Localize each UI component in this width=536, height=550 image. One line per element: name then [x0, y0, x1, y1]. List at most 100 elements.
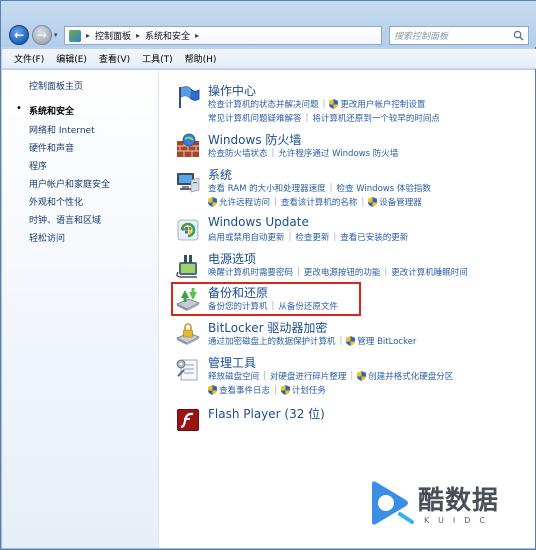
uac-shield-icon	[280, 385, 290, 395]
menu-tools[interactable]: 工具(T)	[136, 50, 179, 67]
history-dropdown-icon[interactable]: ▾	[54, 31, 58, 39]
sidebar: 控制面板主页 • 系统和安全 网络和 Internet 硬件和声音 程序 用户帐…	[2, 70, 159, 548]
flag-icon	[179, 86, 200, 108]
view-ram-link[interactable]: 查看 RAM 的大小和处理器速度	[208, 182, 326, 194]
link-separator: |	[297, 267, 300, 277]
computer-icon	[177, 173, 200, 193]
link-separator: |	[274, 197, 277, 207]
admin-tools-title[interactable]: 管理工具	[208, 354, 256, 371]
sidebar-item-user-accounts[interactable]: 用户帐户和家庭安全	[29, 177, 110, 190]
check-status-link[interactable]: 检查计算机的状态并解决问题	[208, 98, 319, 110]
link-separator: |	[361, 197, 365, 207]
forward-button[interactable]: →	[32, 25, 52, 45]
create-partition-link[interactable]: 创建并格式化硬盘分区	[368, 370, 453, 382]
sidebar-home-link[interactable]: 控制面板主页	[29, 79, 83, 92]
menu-edit[interactable]: 编辑(E)	[50, 50, 93, 67]
watermark-text: 酷数据	[418, 486, 500, 516]
search-input[interactable]: 搜索控制面板	[389, 26, 529, 45]
link-separator: |	[322, 99, 326, 109]
windows-update-title[interactable]: Windows Update	[208, 215, 309, 229]
bitlocker-icon	[176, 323, 200, 345]
computer-name-link[interactable]: 查看该计算机的名称	[281, 196, 358, 208]
sidebar-item-clock-language[interactable]: 时钟、语言和区域	[29, 213, 101, 226]
sidebar-item-hardware[interactable]: 硬件和声音	[29, 141, 74, 154]
uac-shield-icon	[368, 197, 378, 207]
power-button-link[interactable]: 更改电源按钮的功能	[304, 266, 381, 278]
link-separator: |	[329, 183, 333, 193]
power-options-icon	[176, 255, 197, 278]
breadcrumb-system-security[interactable]: 系统和安全	[145, 29, 190, 42]
link-separator: |	[384, 267, 388, 277]
breadcrumb-separator-icon[interactable]: ▸	[193, 31, 201, 40]
event-log-link[interactable]: 查看事件日志	[219, 384, 270, 396]
uac-shield-icon	[357, 371, 367, 381]
power-options-title[interactable]: 电源选项	[208, 250, 256, 267]
back-arrow-icon: ←	[13, 28, 25, 42]
auto-update-link[interactable]: 启用或禁用自动更新	[208, 231, 285, 243]
breadcrumb-separator-icon[interactable]: ▸	[134, 31, 142, 40]
link-separator: |	[271, 148, 275, 158]
task-scheduler-link[interactable]: 计划任务	[292, 384, 326, 396]
watermark-logo-icon	[372, 481, 414, 525]
device-manager-link[interactable]: 设备管理器	[379, 196, 422, 208]
control-panel-window: ← → ▾ ▸ 控制面板 ▸ 系统和安全 ▸ 搜索控制面板 文件(F) 编辑(E…	[0, 0, 536, 550]
firewall-icon	[177, 133, 199, 157]
watermark: 酷数据 KUIDC	[366, 476, 526, 536]
uac-shield-icon	[208, 385, 217, 395]
experience-index-link[interactable]: 检查 Windows 体验指数	[337, 182, 431, 194]
flash-player-title[interactable]: Flash Player (32 位)	[208, 405, 325, 422]
admin-tools-icon	[176, 359, 198, 381]
address-bar[interactable]: ▸ 控制面板 ▸ 系统和安全 ▸	[64, 26, 382, 45]
link-separator: |	[305, 113, 309, 123]
bitlocker-title[interactable]: BitLocker 驱动器加密	[208, 319, 327, 336]
link-separator: |	[274, 385, 277, 395]
action-center-title[interactable]: 操作中心	[208, 82, 256, 99]
firewall-status-link[interactable]: 检查防火墙状态	[208, 147, 268, 159]
uac-shield-icon	[346, 336, 356, 346]
allow-program-link[interactable]: 允许程序通过 Windows 防火墙	[278, 147, 398, 159]
menu-bar: 文件(F) 编辑(E) 查看(V) 工具(T) 帮助(H)	[2, 49, 536, 69]
watermark-subtext: KUIDC	[424, 516, 494, 525]
highlight-box	[171, 282, 361, 316]
sidebar-item-system-security[interactable]: 系统和安全	[29, 104, 74, 117]
sidebar-item-appearance[interactable]: 外观和个性化	[29, 195, 83, 208]
back-button[interactable]: ←	[9, 25, 29, 45]
firewall-title[interactable]: Windows 防火墙	[208, 131, 301, 148]
menu-view[interactable]: 查看(V)	[93, 50, 136, 67]
sleep-time-link[interactable]: 更改计算机睡眠时间	[391, 266, 468, 278]
uac-shield-icon	[208, 197, 217, 207]
check-updates-link[interactable]: 检查更新	[295, 231, 329, 243]
forward-arrow-icon: →	[36, 28, 48, 42]
troubleshoot-link[interactable]: 常见计算机问题疑难解答	[208, 112, 302, 124]
address-toolbar: ← → ▾ ▸ 控制面板 ▸ 系统和安全 ▸ 搜索控制面板	[1, 1, 536, 47]
breadcrumb-control-panel[interactable]: 控制面板	[95, 29, 131, 42]
windows-update-icon	[177, 219, 199, 241]
uac-settings-link[interactable]: 更改用户帐户控制设置	[340, 98, 425, 110]
breadcrumb-separator-icon[interactable]: ▸	[84, 31, 92, 40]
menu-file[interactable]: 文件(F)	[8, 50, 50, 67]
free-disk-space-link[interactable]: 释放磁盘空间	[208, 370, 259, 382]
link-separator: |	[333, 232, 337, 242]
manage-bitlocker-link[interactable]: 管理 BitLocker	[357, 335, 416, 347]
installed-updates-link[interactable]: 查看已安装的更新	[340, 231, 408, 243]
flash-player-icon	[177, 409, 199, 431]
menu-help[interactable]: 帮助(H)	[179, 50, 223, 67]
sidebar-item-network[interactable]: 网络和 Internet	[29, 123, 95, 136]
remote-access-link[interactable]: 允许远程访问	[219, 196, 270, 208]
uac-shield-icon	[329, 99, 339, 109]
link-separator: |	[288, 232, 292, 242]
restore-point-link[interactable]: 将计算机还原到一个较早的时间点	[312, 112, 440, 124]
encrypt-disk-link[interactable]: 通过加密磁盘上的数据保护计算机	[208, 335, 336, 347]
link-separator: |	[339, 336, 343, 346]
defragment-link[interactable]: 对硬盘进行碎片整理	[270, 370, 347, 382]
control-panel-icon	[69, 29, 81, 42]
search-placeholder: 搜索控制面板	[394, 32, 449, 42]
sidebar-item-programs[interactable]: 程序	[29, 159, 47, 172]
link-separator: |	[350, 371, 354, 381]
search-icon[interactable]	[513, 30, 524, 41]
link-separator: |	[263, 371, 266, 381]
active-bullet-icon: •	[16, 103, 22, 114]
system-title[interactable]: 系统	[208, 166, 232, 183]
wake-password-link[interactable]: 唤醒计算机时需要密码	[208, 266, 293, 278]
sidebar-item-ease-of-access[interactable]: 轻松访问	[29, 231, 65, 244]
